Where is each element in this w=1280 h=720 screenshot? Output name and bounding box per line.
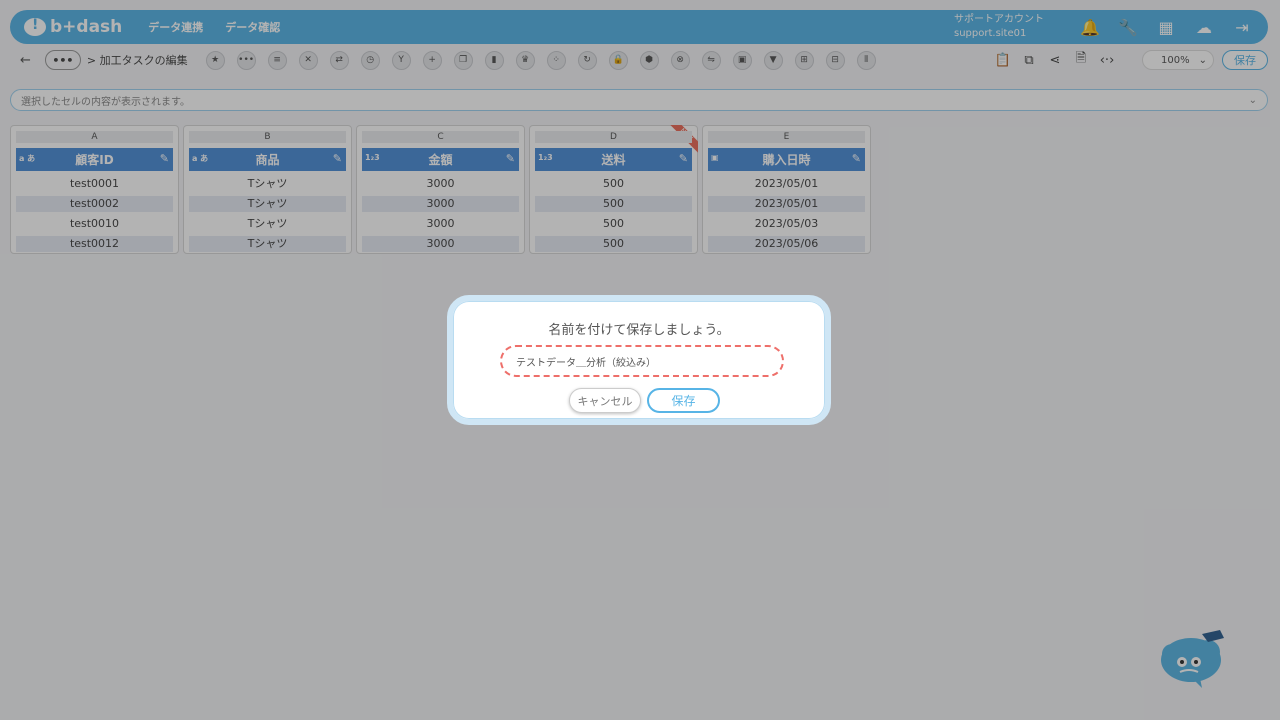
dialog-save-button[interactable]: 保存: [647, 388, 720, 413]
save-name-dialog: 名前を付けて保存しましょう。 テストデータ＿分析（絞込み） キャンセル 保存: [447, 295, 831, 425]
name-input[interactable]: テストデータ＿分析（絞込み）: [500, 345, 784, 377]
dialog-title: 名前を付けて保存しましょう。: [548, 323, 730, 338]
cancel-button[interactable]: キャンセル: [569, 388, 641, 413]
